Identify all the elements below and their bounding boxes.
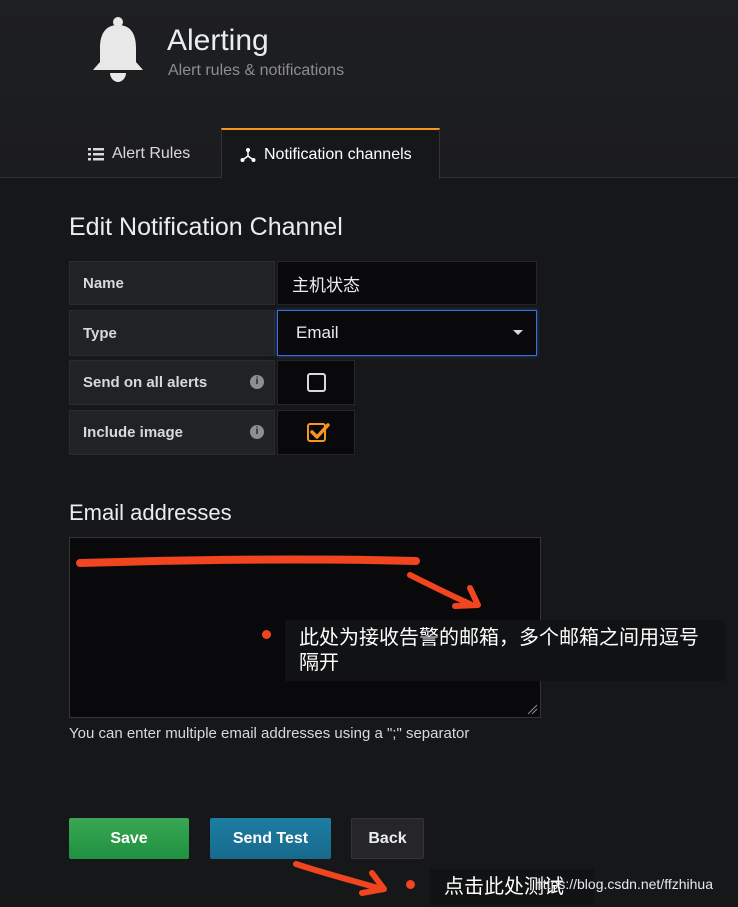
send-test-button[interactable]: Send Test	[210, 818, 331, 859]
page-header: Alerting Alert rules & notifications Ale…	[0, 0, 738, 179]
bell-icon	[93, 17, 143, 82]
channels-icon	[240, 147, 256, 162]
info-icon[interactable]: i	[250, 425, 264, 439]
name-label: Name	[69, 261, 275, 305]
send-all-alerts-text: Send on all alerts	[83, 374, 208, 391]
check-icon	[310, 423, 330, 439]
tab-alert-rules[interactable]: Alert Rules	[70, 128, 208, 179]
tab-label: Notification channels	[264, 145, 412, 163]
page-subtitle: Alert rules & notifications	[168, 62, 345, 79]
info-icon[interactable]: i	[250, 375, 264, 389]
email-helper-text: You can enter multiple email addresses u…	[69, 725, 470, 742]
email-addresses-title: Email addresses	[69, 500, 232, 525]
arrow-stroke	[293, 861, 381, 891]
send-all-alerts-cell	[277, 360, 355, 405]
tab-label: Alert Rules	[112, 144, 191, 162]
include-image-label: Include image i	[69, 410, 275, 455]
annotation-marker	[406, 880, 415, 889]
page-title: Alerting	[167, 24, 269, 57]
tab-notification-channels[interactable]: Notification channels	[221, 128, 440, 179]
watermark: https://blog.csdn.net/ffzhihua	[535, 876, 713, 892]
type-label: Type	[69, 310, 275, 356]
name-input[interactable]: 主机状态	[277, 261, 537, 305]
list-icon	[88, 147, 104, 160]
include-image-cell	[277, 410, 355, 455]
type-select-value: Email	[296, 323, 339, 342]
annotation-email-note: 此处为接收告警的邮箱，多个邮箱之间用逗号隔开	[285, 620, 725, 681]
back-button[interactable]: Back	[351, 818, 424, 859]
type-select[interactable]: Email	[277, 310, 537, 356]
save-button[interactable]: Save	[69, 818, 189, 859]
include-image-checkbox[interactable]	[307, 423, 330, 442]
section-title: Edit Notification Channel	[69, 213, 343, 241]
arrow-head	[359, 870, 387, 896]
send-all-alerts-label: Send on all alerts i	[69, 360, 275, 405]
resize-grip-icon[interactable]	[526, 703, 538, 715]
annotation-marker	[262, 630, 271, 639]
chevron-down-icon	[513, 330, 523, 335]
send-all-alerts-checkbox[interactable]	[307, 373, 326, 392]
include-image-text: Include image	[83, 424, 184, 441]
